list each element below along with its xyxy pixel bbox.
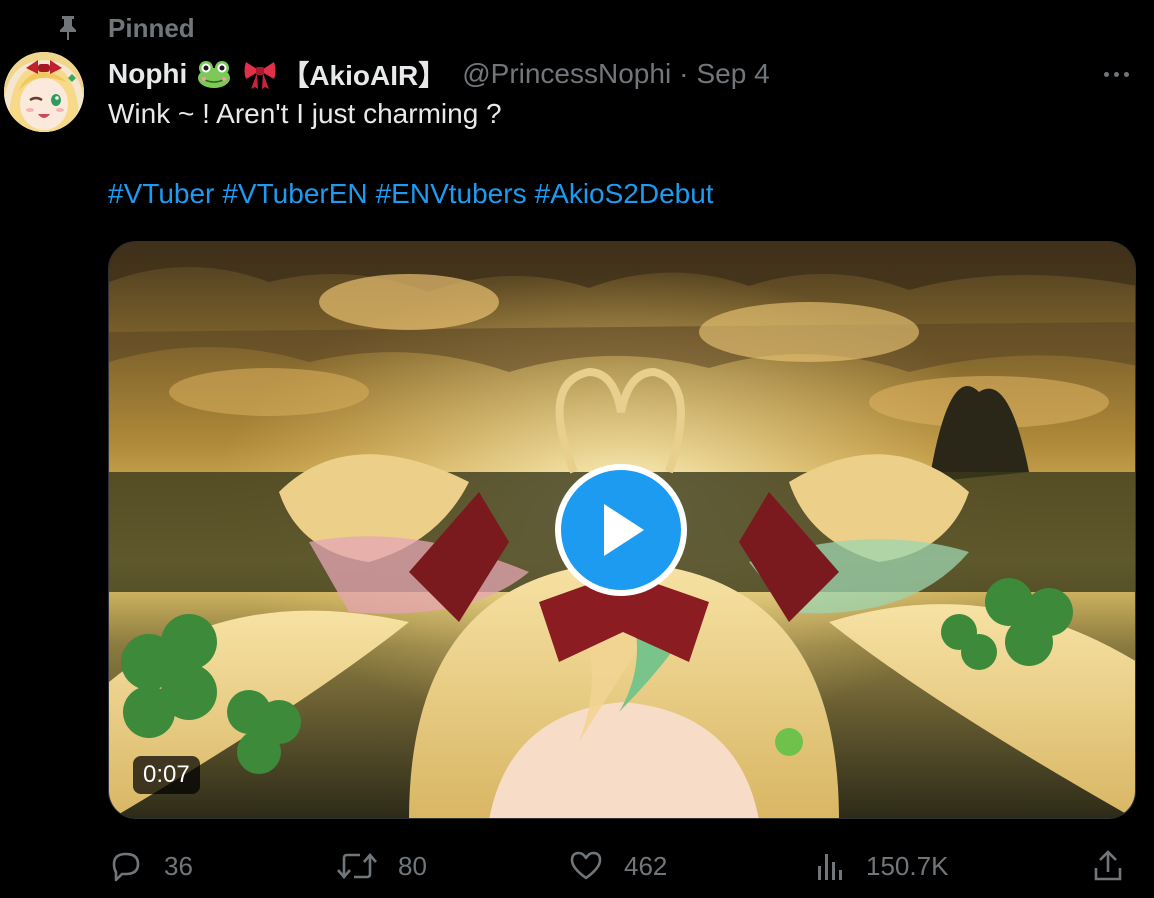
pinned-indicator: Pinned: [56, 12, 195, 44]
tweet-date[interactable]: Sep 4: [697, 58, 770, 90]
heart-icon: [568, 848, 604, 884]
tweet-actions: 36 80 462 150.7K: [108, 842, 1138, 890]
pinned-label: Pinned: [108, 12, 195, 43]
retweet-button[interactable]: 80: [336, 842, 427, 890]
views-icon: [814, 848, 846, 884]
header-separator: ·: [679, 58, 689, 89]
retweet-icon: [336, 848, 378, 884]
reply-count: 36: [164, 850, 193, 881]
tweet[interactable]: Pinned Nophi 【AkioAIR】 @PrincessNophi · …: [0, 0, 1154, 898]
reply-button[interactable]: 36: [108, 842, 193, 890]
hashtag-link[interactable]: #VTuberEN: [222, 178, 367, 209]
avatar[interactable]: [4, 52, 84, 132]
frog-emoji: [197, 59, 231, 89]
hashtag-list: #VTuber #VTuberEN #ENVtubers #AkioS2Debut: [108, 178, 722, 210]
retweet-count: 80: [398, 850, 427, 881]
share-button[interactable]: [1090, 842, 1126, 890]
author-name-tag: 【AkioAIR】: [281, 60, 447, 91]
tweet-text: Wink ~ ! Aren't I just charming ?: [108, 98, 502, 129]
video-player[interactable]: 0:07: [108, 241, 1136, 819]
more-options-button[interactable]: [1096, 62, 1136, 86]
ribbon-emoji: [243, 59, 277, 89]
author-handle[interactable]: @PrincessNophi: [462, 58, 671, 90]
hashtag-link[interactable]: #VTuber: [108, 178, 214, 209]
tweet-header: Nophi 【AkioAIR】 @PrincessNophi · Sep 4: [108, 54, 770, 94]
more-dot: [1113, 71, 1119, 77]
share-icon: [1090, 848, 1126, 884]
like-button[interactable]: 462: [568, 842, 667, 890]
more-dot: [1123, 71, 1129, 77]
views-button[interactable]: 150.7K: [814, 842, 948, 890]
views-count: 150.7K: [866, 850, 949, 881]
like-count: 462: [624, 850, 668, 881]
video-duration-badge: 0:07: [133, 756, 200, 794]
hashtag-link[interactable]: #ENVtubers: [376, 178, 527, 209]
hashtag-link[interactable]: #AkioS2Debut: [535, 178, 714, 209]
more-dot: [1103, 71, 1109, 77]
reply-icon: [108, 848, 144, 884]
pin-icon: [56, 14, 80, 42]
play-icon: [594, 500, 648, 560]
play-button[interactable]: [555, 464, 687, 596]
author-display-name[interactable]: Nophi: [108, 58, 187, 90]
